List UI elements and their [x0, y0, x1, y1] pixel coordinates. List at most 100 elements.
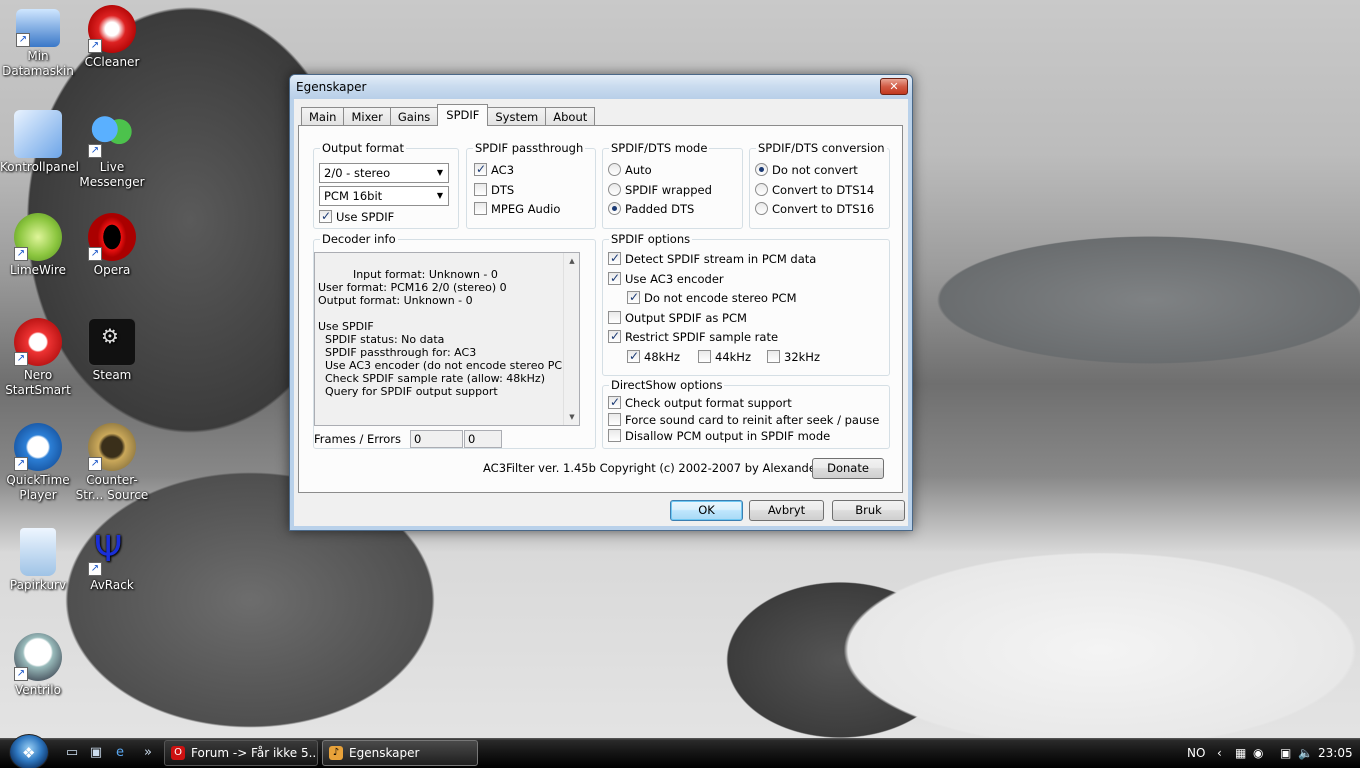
task-label: Forum -> Får ikke 5....: [191, 746, 318, 760]
tray-media-icon[interactable]: ◉: [1253, 745, 1263, 761]
apply-button[interactable]: Bruk: [832, 500, 905, 521]
use-ac3-encoder-checkbox[interactable]: Use AC3 encoder: [608, 271, 724, 286]
desktop-icon-opera[interactable]: ↗ Opera: [74, 213, 150, 278]
force-reinit-checkbox[interactable]: Force sound card to reinit after seek / …: [608, 413, 879, 427]
dts-convert-16-radio[interactable]: Convert to DTS16: [755, 202, 874, 216]
close-button[interactable]: ✕: [880, 78, 908, 95]
checkbox-label: Force sound card to reinit after seek / …: [625, 413, 880, 427]
switch-windows-icon[interactable]: ▣: [88, 745, 104, 761]
tab-mixer[interactable]: Mixer: [343, 107, 391, 126]
no-stereo-pcm-checkbox[interactable]: Do not encode stereo PCM: [627, 290, 797, 305]
desktop-icon-label: Kontrollpanel: [0, 160, 79, 174]
start-button[interactable]: ❖: [9, 734, 49, 768]
checkbox-label: 44kHz: [715, 350, 751, 364]
rate-44khz-checkbox[interactable]: 44kHz: [698, 350, 751, 364]
restrict-rate-checkbox[interactable]: Restrict SPDIF sample rate: [608, 329, 779, 344]
limewire-icon: ↗: [14, 213, 62, 261]
dts-convert-14-radio[interactable]: Convert to DTS14: [755, 183, 874, 197]
language-indicator[interactable]: NO: [1187, 745, 1205, 761]
checkbox-label: Use AC3 encoder: [625, 272, 724, 286]
taskbar-item-egenskaper[interactable]: ♪ Egenskaper: [322, 740, 478, 766]
spdif-options-group: SPDIF options Detect SPDIF stream in PCM…: [602, 232, 890, 376]
passthrough-ac3-checkbox[interactable]: AC3: [474, 162, 515, 177]
spdif-as-pcm-checkbox[interactable]: Output SPDIF as PCM: [608, 311, 747, 325]
avrack-icon: Ψ ↗: [88, 528, 136, 576]
windows-logo-icon: ❖: [22, 744, 36, 762]
check-output-format-checkbox[interactable]: Check output format support: [608, 395, 792, 410]
directshow-options-group: DirectShow options Check output format s…: [602, 378, 890, 449]
checkbox-box: [767, 350, 780, 363]
desktop-icon-messenger[interactable]: ↗ Live Messenger: [74, 110, 150, 190]
quicklaunch-more-icon[interactable]: »: [140, 745, 156, 761]
decoder-info-text[interactable]: Input format: Unknown - 0 User format: P…: [314, 252, 580, 426]
radio-circle: [755, 163, 768, 176]
scroll-down-icon[interactable]: ▼: [564, 409, 579, 425]
nero-icon: ↗: [14, 318, 62, 366]
desktop-icon-quicktime[interactable]: ↗ QuickTime Player: [0, 423, 76, 503]
checkbox-box: [627, 349, 640, 363]
window-title: Egenskaper: [296, 80, 367, 94]
checkbox-box: [474, 162, 487, 176]
passthrough-mpeg-checkbox[interactable]: MPEG Audio: [474, 202, 560, 216]
rate-32khz-checkbox[interactable]: 32kHz: [767, 350, 820, 364]
desktop-icon-control-panel[interactable]: Kontrollpanel: [0, 110, 79, 175]
decoder-info-content: Input format: Unknown - 0 User format: P…: [318, 268, 576, 398]
use-spdif-checkbox[interactable]: Use SPDIF: [319, 209, 394, 224]
computer-icon: ↗: [16, 9, 60, 47]
checkbox-label: Restrict SPDIF sample rate: [625, 330, 779, 344]
dts-mode-auto-radio[interactable]: Auto: [608, 163, 652, 177]
desktop-icon-recycle-bin[interactable]: Papirkurv: [0, 528, 76, 593]
clock[interactable]: 23:05: [1318, 745, 1353, 761]
cancel-button[interactable]: Avbryt: [749, 500, 824, 521]
taskbar: ❖ ▭ ▣ e » O Forum -> Får ikke 5.... ♪ Eg…: [0, 734, 1360, 768]
desktop-icon-ccleaner[interactable]: ↗ CCleaner: [74, 5, 150, 70]
ok-button[interactable]: OK: [670, 500, 743, 521]
disallow-pcm-checkbox[interactable]: Disallow PCM output in SPDIF mode: [608, 429, 830, 443]
scroll-up-icon[interactable]: ▲: [564, 253, 579, 269]
volume-icon[interactable]: 🔈: [1298, 745, 1313, 761]
desktop-icon-counter-strike[interactable]: ↗ Counter-Str... Source: [74, 423, 150, 503]
desktop-icon-avrack[interactable]: Ψ ↗ AvRack: [74, 528, 150, 593]
tab-gains[interactable]: Gains: [389, 107, 439, 126]
frames-field: 0: [410, 430, 463, 448]
rate-48khz-checkbox[interactable]: 48kHz: [627, 349, 680, 364]
desktop-icon-label: CCleaner: [84, 55, 140, 69]
radio-circle: [755, 202, 768, 215]
steam-icon: ⚙: [88, 318, 136, 366]
chevron-down-icon: ▼: [436, 191, 444, 200]
checkbox-label: Detect SPDIF stream in PCM data: [625, 252, 817, 266]
dts-mode-wrapped-radio[interactable]: SPDIF wrapped: [608, 183, 712, 197]
title-bar[interactable]: Egenskaper ✕: [290, 75, 912, 99]
desktop-icon-steam[interactable]: ⚙ Steam: [74, 318, 150, 383]
detect-spdif-checkbox[interactable]: Detect SPDIF stream in PCM data: [608, 251, 817, 266]
tray-app-icon[interactable]: ▦: [1235, 745, 1246, 761]
show-desktop-icon[interactable]: ▭: [64, 745, 80, 761]
control-panel-icon: [14, 110, 62, 158]
decoder-info-scrollbar[interactable]: ▲ ▼: [563, 253, 579, 425]
tab-about[interactable]: About: [545, 107, 596, 126]
spdif-tab-panel: Output format 2/0 - stereo ▼ PCM 16bit ▼…: [298, 125, 903, 493]
dts-mode-padded-radio[interactable]: Padded DTS: [608, 202, 694, 216]
tab-main[interactable]: Main: [301, 107, 345, 126]
desktop-icon-nero[interactable]: ↗ Nero StartSmart: [0, 318, 76, 398]
taskbar-item-forum[interactable]: O Forum -> Får ikke 5....: [164, 740, 318, 766]
sample-format-select[interactable]: PCM 16bit ▼: [319, 186, 449, 206]
donate-button[interactable]: Donate: [812, 458, 884, 479]
passthrough-dts-checkbox[interactable]: DTS: [474, 183, 514, 197]
network-icon[interactable]: ▣: [1280, 745, 1291, 761]
checkbox-label: AC3: [491, 163, 515, 177]
checkbox-label: 48kHz: [644, 350, 680, 364]
tray-expand-icon[interactable]: ‹: [1217, 745, 1222, 761]
dts-no-convert-radio[interactable]: Do not convert: [755, 163, 858, 177]
tab-spdif[interactable]: SPDIF: [437, 104, 489, 126]
group-title: Decoder info: [320, 232, 398, 246]
desktop-icon-computer[interactable]: ↗ Min Datamaskin: [0, 5, 76, 79]
tab-system[interactable]: System: [487, 107, 547, 126]
channel-format-select[interactable]: 2/0 - stereo ▼: [319, 163, 449, 183]
radio-circle: [755, 183, 768, 196]
checkbox-box: [319, 209, 332, 223]
desktop-icon-limewire[interactable]: ↗ LimeWire: [0, 213, 76, 278]
internet-explorer-icon[interactable]: e: [112, 745, 128, 761]
desktop-icon-ventrilo[interactable]: ↗ Ventrilo: [0, 633, 76, 698]
desktop-icon-label: Counter-Str... Source: [75, 473, 149, 502]
